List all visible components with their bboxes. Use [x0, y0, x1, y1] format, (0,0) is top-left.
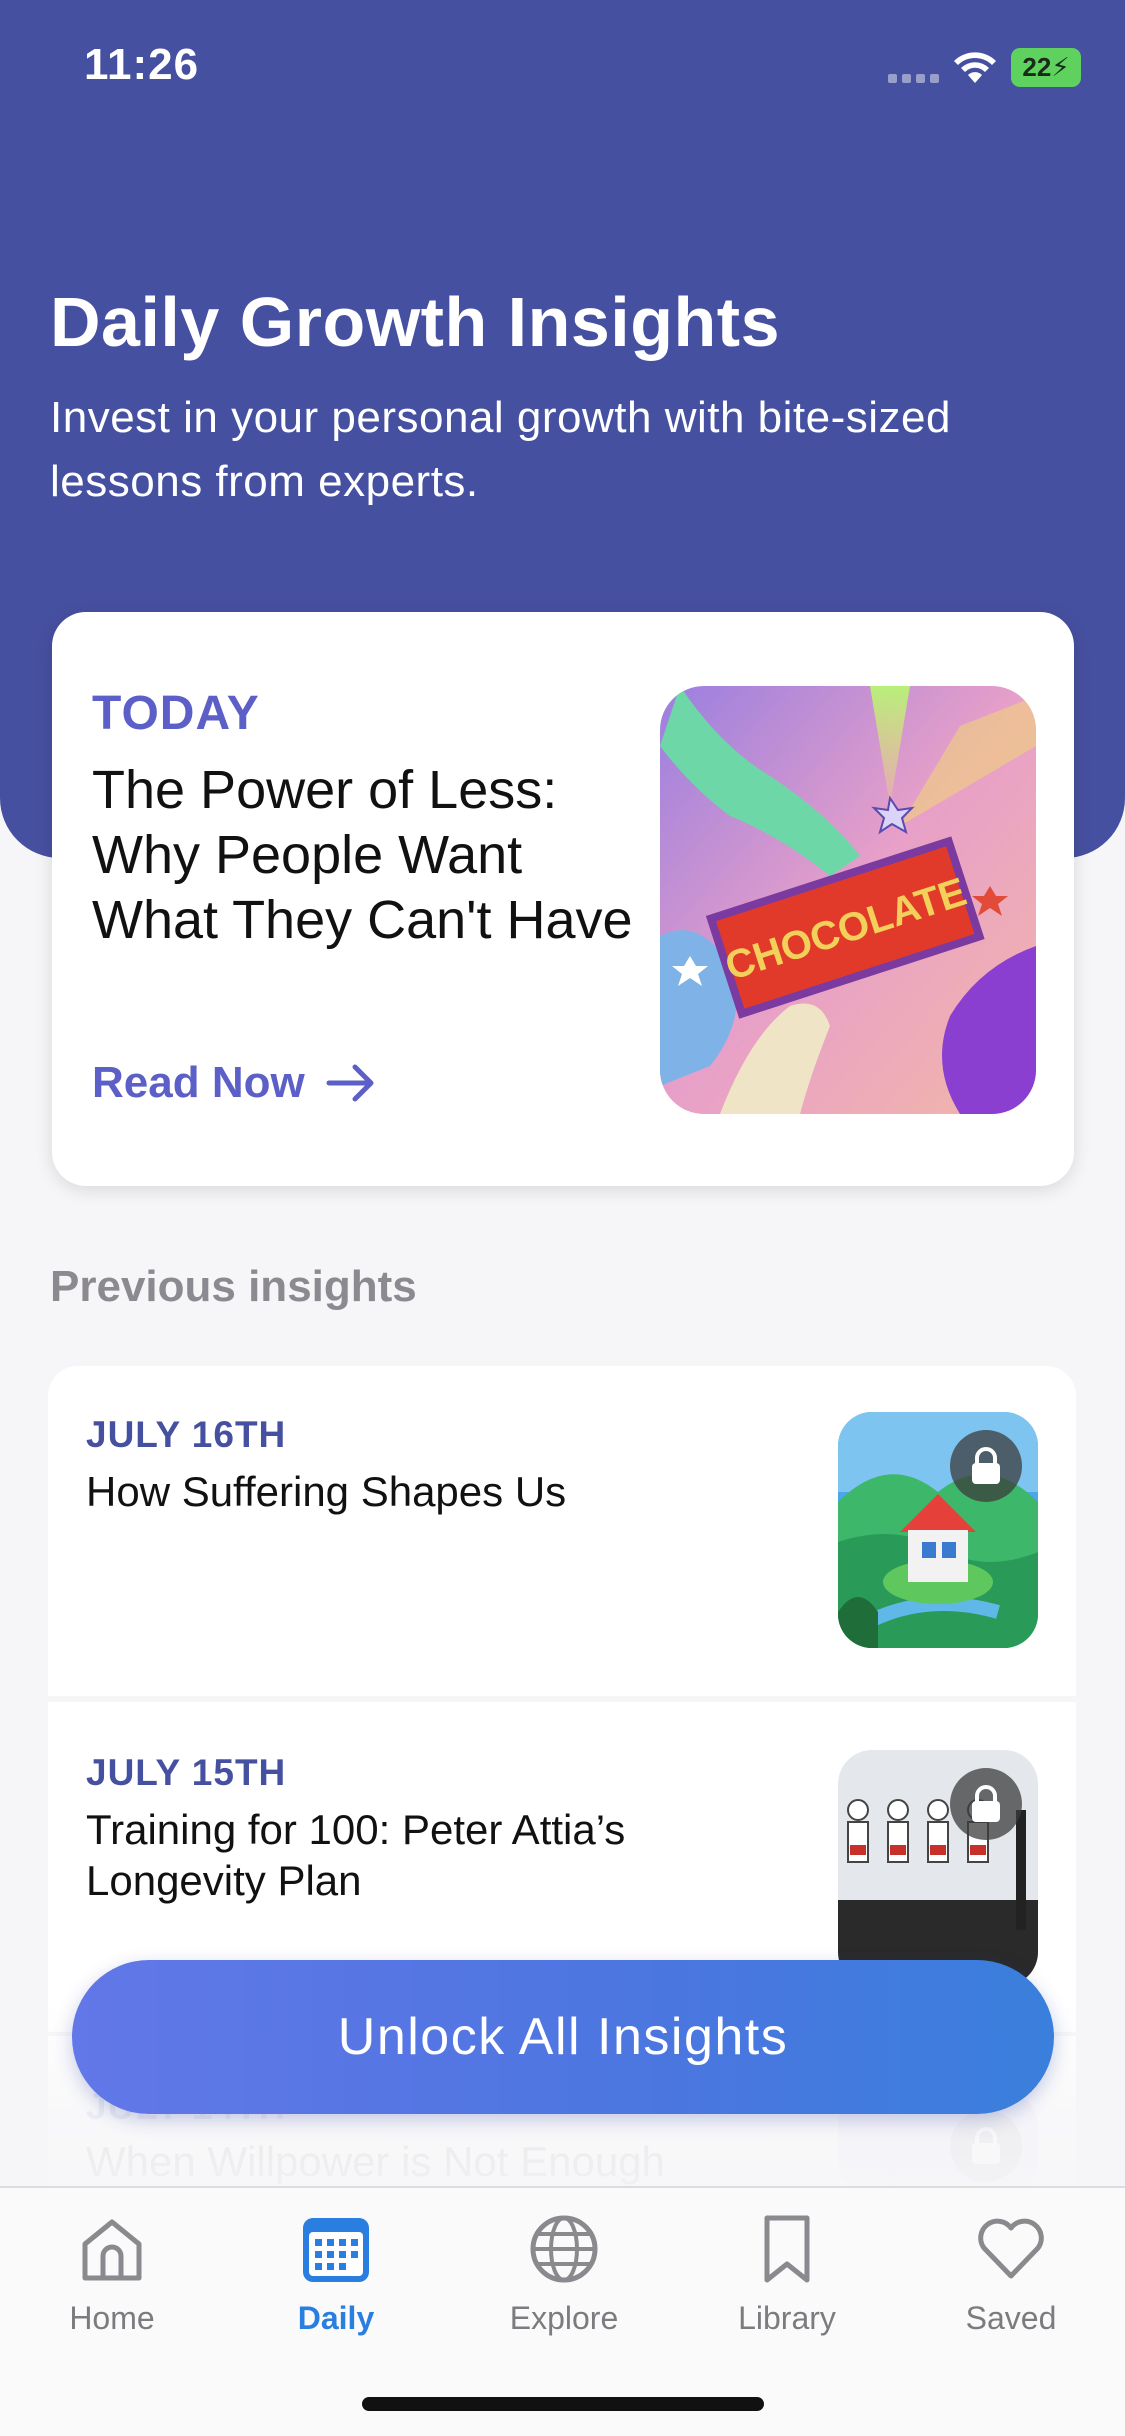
- tab-label: Daily: [297, 2300, 375, 2336]
- insight-title: When Willpower is Not Enough: [86, 2138, 665, 2185]
- tab-label: Saved: [965, 2300, 1057, 2336]
- tab-saved[interactable]: Saved: [926, 2212, 1096, 2337]
- insight-thumbnail: [838, 1412, 1038, 1648]
- tab-home[interactable]: Home: [27, 2212, 197, 2337]
- insight-date: JULY 15TH: [86, 1752, 287, 1793]
- home-indicator: [362, 2397, 764, 2411]
- calendar-icon: [303, 2218, 369, 2282]
- today-insight-illustration: CHOCOLATE: [660, 686, 1036, 1114]
- lock-icon: [950, 1768, 1022, 1840]
- tab-daily[interactable]: Daily: [251, 2212, 421, 2337]
- insight-thumbnail: [838, 1750, 1038, 1986]
- previous-insights-heading: Previous insights: [50, 1262, 417, 1311]
- tab-explore[interactable]: Explore: [479, 2212, 649, 2337]
- tab-library[interactable]: Library: [702, 2212, 872, 2337]
- cellular-signal-icon: [888, 53, 939, 83]
- read-now-link[interactable]: Read Now: [92, 1058, 377, 1108]
- battery-icon: 22⚡: [1011, 48, 1081, 87]
- bookmark-icon: [764, 2215, 810, 2283]
- today-insight-card[interactable]: TODAY The Power of Less: Why People Want…: [52, 612, 1074, 1186]
- insight-list-item[interactable]: JULY 16TH How Suffering Shapes Us: [48, 1366, 1076, 1696]
- tab-label: Explore: [509, 2300, 619, 2336]
- page-title: Daily Growth Insights: [50, 283, 781, 361]
- globe-icon: [530, 2215, 598, 2283]
- status-bar: 11:26 22⚡: [0, 0, 1125, 140]
- insight-title: Training for 100: Peter Attia’s Longevit…: [86, 1806, 626, 1904]
- insight-date: JULY 16TH: [86, 1414, 287, 1455]
- tab-label: Home: [69, 2300, 155, 2336]
- today-insight-title: The Power of Less: Why People Want What …: [92, 760, 633, 950]
- battery-level: 22: [1022, 52, 1052, 82]
- lock-icon: [950, 1430, 1022, 1502]
- unlock-all-insights-button[interactable]: Unlock All Insights: [72, 1960, 1054, 2114]
- wifi-icon: [954, 51, 996, 83]
- heart-icon: [978, 2218, 1044, 2279]
- screen: 11:26 22⚡ Daily Growth Insights Invest i…: [0, 0, 1125, 2436]
- page-subtitle: Invest in your personal growth with bite…: [50, 393, 951, 506]
- arrow-right-icon: [326, 1064, 374, 1102]
- tab-label: Library: [738, 2300, 836, 2336]
- read-now-label: Read Now: [92, 1058, 305, 1107]
- insight-title: How Suffering Shapes Us: [86, 1468, 567, 1515]
- charging-bolt-icon: ⚡: [1051, 52, 1070, 82]
- lock-icon: [950, 2110, 1022, 2182]
- today-label: TODAY: [92, 687, 260, 740]
- home-icon: [82, 2219, 142, 2281]
- status-time: 11:26: [84, 40, 200, 89]
- status-indicators: 22⚡: [888, 48, 1081, 87]
